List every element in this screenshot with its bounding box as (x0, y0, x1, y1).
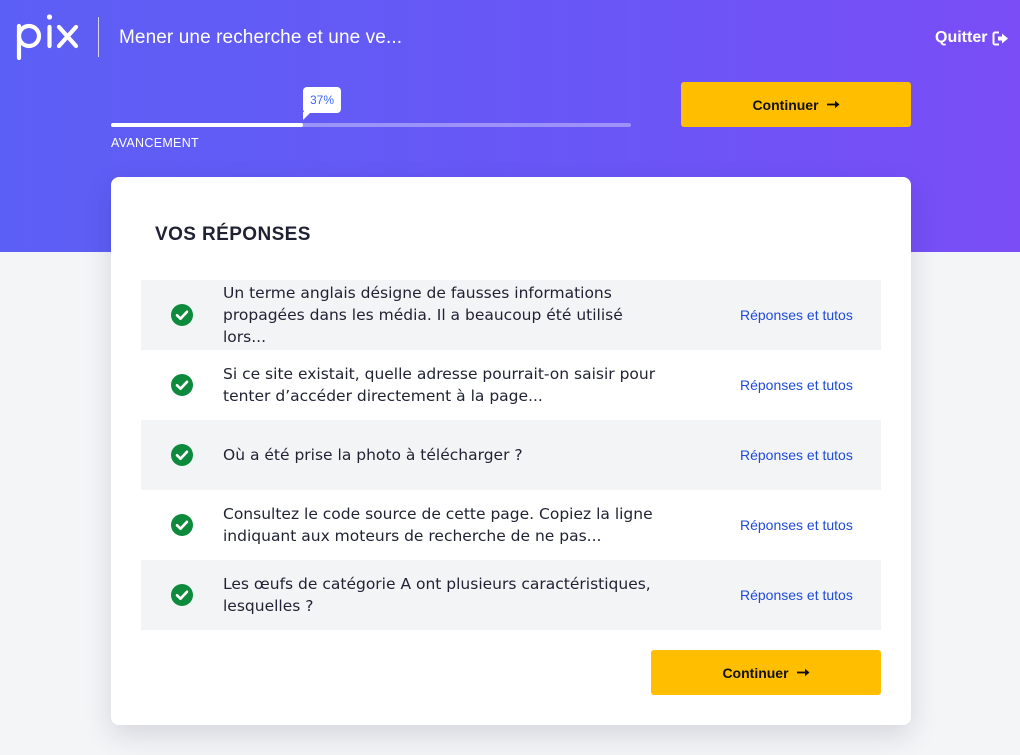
answer-question-line: propagées dans les média. Il a beaucoup … (223, 306, 623, 346)
answers-and-tutorials-link[interactable]: Réponses et tutos (740, 516, 853, 534)
answer-row: Consultez le code source de cette page. … (141, 490, 881, 560)
answer-row: Les œufs de catégorie A ont plusieurs ca… (141, 560, 881, 630)
answers-and-tutorials-link[interactable]: Réponses et tutos (740, 376, 853, 394)
answer-question-line: lesquelles ? (223, 597, 314, 615)
continue-button-top[interactable]: Continuer (681, 82, 911, 127)
answer-row: Si ce site existait, quelle adresse pour… (141, 350, 881, 420)
check-circle-icon (171, 514, 193, 536)
pix-logo-mark (16, 14, 79, 60)
arrow-right-icon (796, 668, 810, 677)
answer-row: Où a été prise la photo à télécharger ? … (141, 420, 881, 490)
answer-question: Où a été prise la photo à télécharger ? (223, 444, 663, 466)
answer-question-line: Consultez le code source de cette page. … (223, 505, 653, 523)
answer-question-line: Où a été prise la photo à télécharger ? (223, 446, 523, 464)
check-circle-icon (171, 304, 193, 326)
answer-question: Consultez le code source de cette page. … (223, 503, 663, 547)
sign-out-icon (992, 31, 1009, 45)
quit-button[interactable]: Quitter (935, 27, 1009, 49)
arrow-right-icon (826, 100, 840, 109)
assessment-title: Mener une recherche et une ve... (119, 27, 403, 48)
answer-question-line: tenter d’accéder directement à la page..… (223, 387, 543, 405)
progress-percentage-tooltip: 37% (303, 87, 342, 120)
check-circle-icon (171, 444, 193, 466)
pix-logo[interactable] (15, 11, 81, 61)
answer-row: Un terme anglais désigne de fausses info… (141, 280, 881, 350)
results-title: VOS RÉPONSES (155, 224, 311, 245)
header-divider (98, 17, 99, 57)
answer-question-line: Un terme anglais désigne de fausses info… (223, 284, 612, 302)
answers-and-tutorials-link[interactable]: Réponses et tutos (740, 446, 853, 464)
answer-list: Un terme anglais désigne de fausses info… (141, 280, 881, 630)
answer-question: Si ce site existait, quelle adresse pour… (223, 363, 663, 407)
results-card: VOS RÉPONSES Un terme anglais désigne de… (111, 177, 911, 725)
answer-question: Un terme anglais désigne de fausses info… (223, 282, 663, 348)
answers-and-tutorials-link[interactable]: Réponses et tutos (740, 306, 853, 324)
continue-label: Continuer (722, 664, 789, 681)
continue-button-bottom[interactable]: Continuer (651, 650, 881, 695)
answers-and-tutorials-link[interactable]: Réponses et tutos (740, 586, 853, 604)
check-circle-icon (171, 584, 193, 606)
answer-question: Les œufs de catégorie A ont plusieurs ca… (223, 573, 663, 617)
progress-caption: AVANCEMENT (111, 136, 199, 150)
answer-question-line: Si ce site existait, quelle adresse pour… (223, 365, 656, 383)
progress-bar-fill (111, 123, 303, 127)
check-circle-icon (171, 374, 193, 396)
continue-label: Continuer (752, 96, 819, 113)
answer-question-line: indiquant aux moteurs de recherche de ne… (223, 527, 602, 545)
progress-bar (111, 123, 631, 127)
answer-question-line: Les œufs de catégorie A ont plusieurs ca… (223, 575, 651, 593)
quit-label: Quitter (935, 29, 988, 46)
